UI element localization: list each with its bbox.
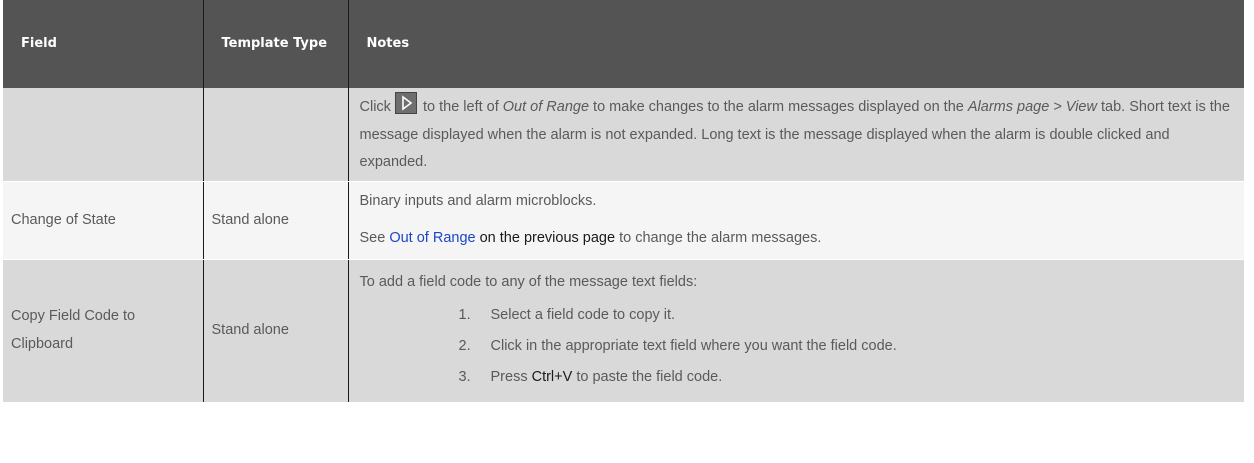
keyboard-shortcut: Ctrl+V [531, 369, 573, 386]
template-cell [203, 88, 349, 182]
field-cell: Copy Field Code to Clipboard [3, 259, 204, 403]
step-number: 3. [458, 369, 471, 386]
notes-text: See [359, 230, 390, 246]
notes-text: to the left of [418, 99, 503, 116]
table-row: Change of State Stand alone Binary input… [3, 181, 1244, 260]
table-row: Click to the left of Out of Range to mak… [3, 88, 1244, 182]
step-number: 2. [458, 338, 471, 355]
notes-cell: Click to the left of Out of Range to mak… [348, 88, 1244, 182]
field-reference-table: Field Template Type Notes Click to the l… [3, 0, 1244, 403]
header-field: Field [3, 0, 204, 88]
notes-text: Click [359, 99, 391, 116]
step-text: Press [490, 369, 532, 386]
notes-paragraph: Binary inputs and alarm microblocks. [359, 193, 597, 210]
template-cell: Stand alone [203, 181, 349, 260]
expand-arrow-icon [394, 92, 417, 115]
notes-text: to change the alarm messages. [615, 230, 822, 246]
out-of-range-link[interactable]: Out of Range [389, 230, 475, 246]
steps-list: 1. Select a field code to copy it. 2. Clic… [360, 300, 1233, 393]
list-item: 3. Press Ctrl+V to paste the field code. [459, 362, 1233, 393]
previous-page-link[interactable]: on the previous page [476, 230, 615, 246]
field-cell [3, 88, 204, 182]
notes-paragraph: Click to the left of Out of Range to mak… [360, 92, 1233, 177]
step-text: Click in the appropriate text field wher… [490, 338, 897, 355]
header-template-type: Template Type [203, 0, 349, 88]
step-text: Select a field code to copy it. [490, 307, 676, 324]
notes-paragraph: To add a field code to any of the messag… [359, 273, 698, 290]
header-notes: Notes [348, 0, 1244, 88]
list-item: 2. Click in the appropriate text field wh… [459, 331, 1233, 362]
notes-paragraph: See Out of Range on the previous page to… [360, 225, 1233, 253]
step-text: to paste the field code. [572, 369, 723, 386]
notes-text: to make changes to the alarm messages di… [589, 99, 968, 116]
alarms-page-view-term: Alarms page > View [967, 99, 1097, 116]
field-cell: Change of State [3, 181, 204, 260]
notes-cell: Binary inputs and alarm microblocks. See… [348, 181, 1244, 260]
template-cell: Stand alone [203, 259, 349, 403]
list-item: 1. Select a field code to copy it. [459, 300, 1233, 331]
header-row: Field Template Type Notes [3, 0, 1244, 88]
notes-cell: To add a field code to any of the messag… [348, 259, 1244, 403]
out-of-range-term: Out of Range [502, 99, 590, 116]
step-number: 1. [458, 307, 471, 324]
table-row: Copy Field Code to Clipboard Stand alone… [3, 259, 1244, 403]
